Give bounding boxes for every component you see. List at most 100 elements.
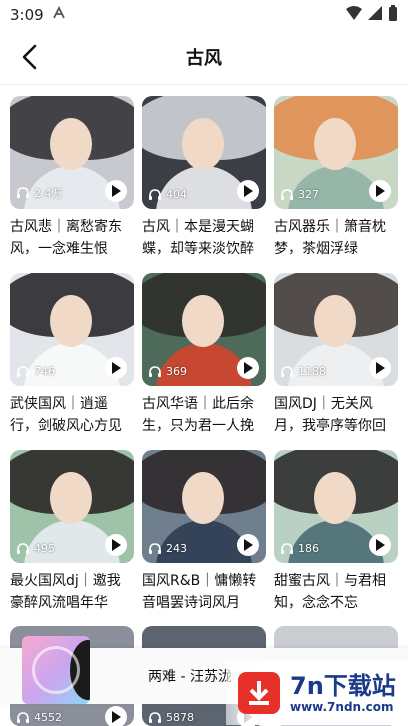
cover-face: [50, 295, 92, 347]
play-button[interactable]: [369, 180, 391, 202]
play-button[interactable]: [237, 357, 259, 379]
headphones-icon: [17, 542, 29, 554]
play-icon: [244, 362, 253, 374]
playlist-cover[interactable]: 2.4万: [10, 96, 134, 209]
headphones-icon: [149, 542, 161, 554]
play-button[interactable]: [105, 180, 127, 202]
play-icon: [244, 539, 253, 551]
play-count-value: 1188: [298, 365, 326, 378]
headphones-icon: [149, 365, 161, 377]
top-nav-bar: 古风: [0, 30, 408, 85]
cover-face: [314, 118, 356, 170]
play-icon: [112, 185, 121, 197]
headphones-icon: [281, 542, 293, 554]
play-count: 369: [148, 365, 187, 378]
headphones-icon: [17, 365, 29, 377]
play-count: 5878: [148, 711, 194, 724]
play-count-value: 186: [298, 542, 319, 555]
play-icon: [376, 185, 385, 197]
status-left: 3:09: [10, 5, 66, 24]
notification-icon: [52, 5, 66, 24]
player-album-cover[interactable]: [22, 636, 90, 704]
playlist-cover[interactable]: 1188: [274, 273, 398, 386]
battery-icon: [388, 5, 398, 25]
play-count-value: 2.4万: [34, 187, 63, 200]
playlist-card[interactable]: 495 最火国风dj｜邀我豪醉风流唱年华: [10, 450, 134, 614]
playlist-grid: 2.4万 古风悲｜离愁寄东风，一念难生恨 404 古风｜本是漫天蝴蝶，却等来淡饮醉 32…: [10, 96, 398, 614]
signal-icon: [368, 6, 382, 24]
playlist-title[interactable]: 古风器乐｜箫音枕梦，茶烟浮绿: [274, 216, 398, 260]
playlist-cover[interactable]: 746: [10, 273, 134, 386]
headphones-icon: [149, 711, 161, 723]
playlist-title[interactable]: 国风R&B｜慵懒转音唱罢诗词风月: [142, 570, 266, 614]
play-button[interactable]: [105, 357, 127, 379]
play-count: 1188: [280, 365, 326, 378]
headphones-icon: [281, 188, 293, 200]
play-count: 495: [16, 542, 55, 555]
play-button[interactable]: [369, 534, 391, 556]
now-playing-title: 两难 - 汪苏泷: [148, 669, 232, 685]
play-button[interactable]: [105, 534, 127, 556]
play-count-value: 5878: [166, 711, 194, 724]
playlist-card[interactable]: 1188 国风DJ｜无关风月，我亭序等你回: [274, 273, 398, 437]
playlist-card[interactable]: 327 古风器乐｜箫音枕梦，茶烟浮绿: [274, 96, 398, 260]
play-icon: [376, 362, 385, 374]
playlist-title[interactable]: 古风悲｜离愁寄东风，一念难生恨: [10, 216, 134, 260]
playlist-title[interactable]: 最火国风dj｜邀我豪醉风流唱年华: [10, 570, 134, 614]
playlist-title[interactable]: 古风｜本是漫天蝴蝶，却等来淡饮醉: [142, 216, 266, 260]
playlist-card[interactable]: 369 古风华语｜此后余生，只为君一人挽: [142, 273, 266, 437]
cover-face: [182, 295, 224, 347]
playlist-cover[interactable]: 369: [142, 273, 266, 386]
playlist-cover[interactable]: 404: [142, 96, 266, 209]
playlist-card[interactable]: 746 武侠国风｜逍遥行，剑破风心方见: [10, 273, 134, 437]
playlist-title[interactable]: 武侠国风｜逍遥行，剑破风心方见: [10, 393, 134, 437]
cover-face: [314, 472, 356, 524]
cover-face: [182, 118, 224, 170]
play-count: 327: [280, 188, 319, 201]
playlist-card[interactable]: 2.4万古风悲｜离愁寄东风，一念难生恨: [10, 96, 134, 260]
playlist-cover[interactable]: 327: [274, 96, 398, 209]
play-icon: [112, 711, 121, 723]
play-button[interactable]: [369, 357, 391, 379]
playlist-cover[interactable]: 243: [142, 450, 266, 563]
playlist-card[interactable]: 404 古风｜本是漫天蝴蝶，却等来淡饮醉: [142, 96, 266, 260]
download-logo-icon: [238, 671, 280, 714]
watermark-url: www.7ndn.com: [290, 699, 394, 714]
cover-face: [182, 472, 224, 524]
status-time: 3:09: [10, 6, 44, 24]
play-count: 186: [280, 542, 319, 555]
play-count-value: 404: [166, 188, 187, 201]
play-count: 2.4万: [16, 185, 63, 201]
play-button[interactable]: [237, 534, 259, 556]
status-right: [346, 5, 398, 25]
page-title: 古风: [186, 48, 222, 69]
play-icon: [112, 362, 121, 374]
headphones-icon: [149, 188, 161, 200]
play-icon: [244, 185, 253, 197]
play-count-value: 495: [34, 542, 55, 555]
playlist-card[interactable]: 186 甜蜜古风｜与君相知，念念不忘: [274, 450, 398, 614]
play-icon: [112, 539, 121, 551]
play-button[interactable]: [237, 180, 259, 202]
play-count-value: 369: [166, 365, 187, 378]
wifi-icon: [346, 6, 362, 24]
playlist-title[interactable]: 甜蜜古风｜与君相知，念念不忘: [274, 570, 398, 614]
cover-face: [314, 295, 356, 347]
status-bar: 3:09: [0, 0, 408, 30]
headphones-icon: [281, 365, 293, 377]
play-button[interactable]: [105, 706, 127, 726]
play-count-value: 4552: [34, 711, 62, 724]
playlist-title[interactable]: 国风DJ｜无关风月，我亭序等你回: [274, 393, 398, 437]
cover-art: [32, 646, 80, 694]
play-icon: [376, 539, 385, 551]
playlist-cover[interactable]: 495: [10, 450, 134, 563]
playlist-title[interactable]: 古风华语｜此后余生，只为君一人挽: [142, 393, 266, 437]
headphones-icon: [17, 711, 29, 723]
play-count: 4552: [16, 711, 62, 724]
play-count-value: 327: [298, 188, 319, 201]
watermark-title: 7n下载站: [290, 671, 396, 700]
playlist-card[interactable]: 243 国风R&B｜慵懒转音唱罢诗词风月: [142, 450, 266, 614]
cover-face: [50, 472, 92, 524]
playlist-cover[interactable]: 186: [274, 450, 398, 563]
headphones-icon: [17, 187, 29, 198]
